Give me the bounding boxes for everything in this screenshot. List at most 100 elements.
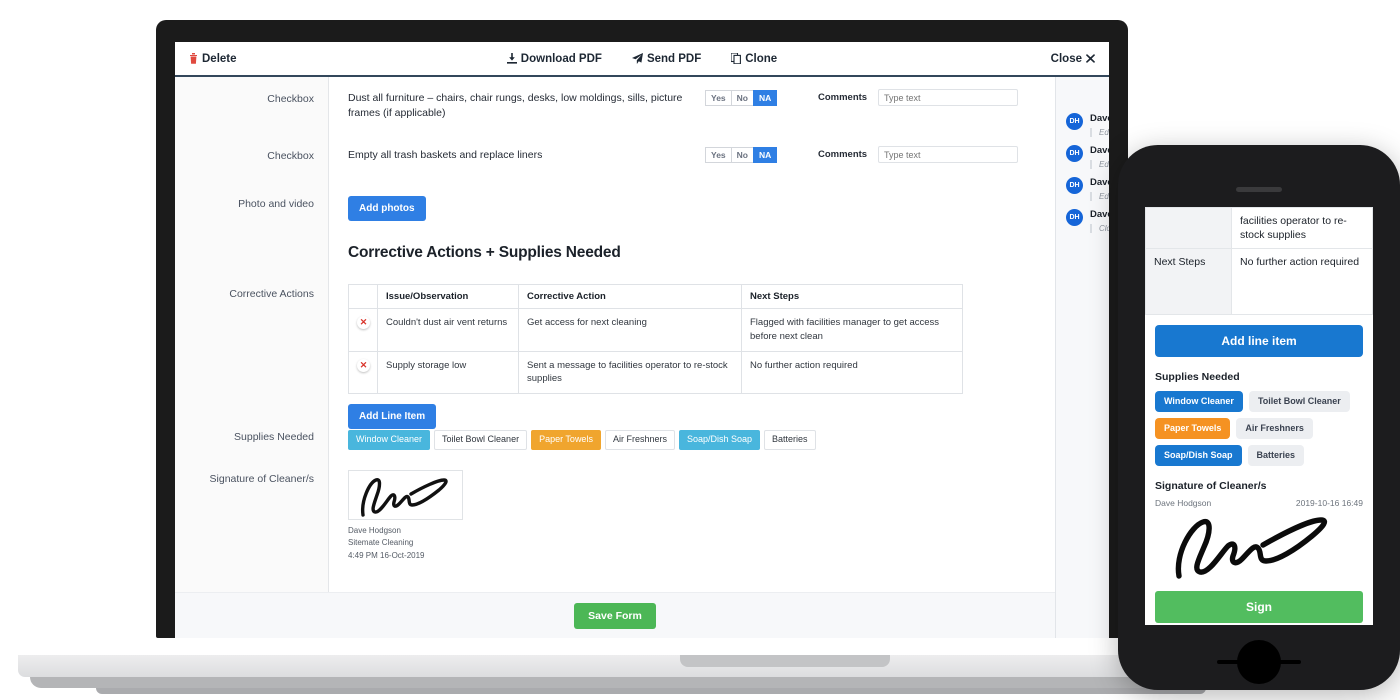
comments-group: Comments xyxy=(818,146,1018,163)
signature-timestamp: 4:49 PM 16-Oct-2019 xyxy=(348,550,425,560)
activity-header: Dave Hodgson xyxy=(1090,145,1109,156)
activity-header: Dave Hodgson xyxy=(1090,177,1109,188)
question-text: Empty all trash baskets and replace line… xyxy=(348,149,543,161)
toggle-option-no[interactable]: No xyxy=(730,90,753,106)
comments-label: Comments xyxy=(818,149,868,160)
table-header-action: Corrective Action xyxy=(518,284,742,309)
download-icon xyxy=(506,53,517,64)
yes-no-na-toggle[interactable]: Yes No NA xyxy=(705,90,778,106)
toggle-option-na[interactable]: NA xyxy=(753,147,778,163)
activity-body: Dave Hodgson Cloned xyxy=(1090,209,1109,233)
download-pdf-button[interactable]: Download PDF xyxy=(506,53,602,65)
phone-signature-timestamp: 2019-10-16 16:49 xyxy=(1295,497,1363,508)
activity-title-row: Activity ? xyxy=(1056,77,1109,105)
form-row-photo-video: Photo and video Add photos xyxy=(175,182,1055,222)
copy-icon xyxy=(731,53,742,64)
table-cell-next: No further action required xyxy=(741,350,963,395)
comments-input[interactable] xyxy=(878,89,1018,106)
row-label: Supplies Needed xyxy=(234,431,314,443)
save-form-button[interactable]: Save Form xyxy=(574,602,656,629)
save-form-bar: Save Form xyxy=(175,592,1055,638)
activity-action: Edited v1 xyxy=(1090,160,1109,169)
phone-table-row-cut: facilities operator to re-stock supplies xyxy=(1145,207,1373,250)
signature-canvas[interactable] xyxy=(348,470,463,520)
phone-device: facilities operator to re-stock supplies… xyxy=(1118,145,1400,690)
toggle-option-no[interactable]: No xyxy=(730,147,753,163)
activity-action: Cloned xyxy=(1090,224,1109,233)
toggle-option-yes[interactable]: Yes xyxy=(705,147,731,163)
phone-supply-tag-air-freshners[interactable]: Air Freshners xyxy=(1236,418,1313,439)
avatar: DH xyxy=(1066,113,1083,130)
supply-tag-paper-towels[interactable]: Paper Towels xyxy=(531,430,601,450)
comments-group: Comments xyxy=(818,89,1018,106)
activity-header: Dave Hodgson 21 hours ago xyxy=(1090,113,1109,124)
row-content: Corrective Actions + Supplies Needed xyxy=(328,222,1055,270)
toggle-option-yes[interactable]: Yes xyxy=(705,90,731,106)
signature-meta: Dave Hodgson Sitemate Cleaning 4:49 PM 1… xyxy=(348,525,1055,562)
form-row-signature: Signature of Cleaner/s Dave Hodgson Site… xyxy=(175,455,1055,560)
activity-item: DH Dave Hodgson Cloned xyxy=(1056,201,1109,233)
laptop-device: Delete Download PDF Send PDF Clone Close… xyxy=(156,20,1128,638)
avatar: DH xyxy=(1066,209,1083,226)
phone-signature-label: Signature of Cleaner/s xyxy=(1155,479,1267,492)
laptop-foot xyxy=(30,677,1255,688)
form-row-corrective-actions: Corrective Actions Issue/Observation Cor… xyxy=(175,270,1055,430)
supply-tag-soap-dish-soap[interactable]: Soap/Dish Soap xyxy=(678,430,761,450)
table-cell-delete: ✕ xyxy=(348,350,378,395)
activity-action: Edited v2 xyxy=(1090,128,1109,137)
phone-supply-tag-paper-towels[interactable]: Paper Towels xyxy=(1155,418,1231,439)
laptop-base-notch xyxy=(680,655,890,667)
phone-sign-button[interactable]: Sign xyxy=(1155,590,1363,623)
toggle-option-na[interactable]: NA xyxy=(753,90,778,106)
phone-table-value-cut: facilities operator to re-stock supplies xyxy=(1231,207,1373,250)
table-cell-action: Get access for next cleaning xyxy=(518,308,742,352)
row-content: Dave Hodgson Sitemate Cleaning 4:49 PM 1… xyxy=(328,455,1055,560)
supply-tag-toilet-bowl-cleaner[interactable]: Toilet Bowl Cleaner xyxy=(434,430,528,450)
table-header-next: Next Steps xyxy=(741,284,963,309)
phone-sign-wrap: Sign xyxy=(1145,590,1373,623)
remove-row-icon[interactable]: ✕ xyxy=(357,316,370,329)
phone-table-value-next-steps: No further action required xyxy=(1231,248,1373,316)
comments-label: Comments xyxy=(818,92,868,103)
signature-name: Dave Hodgson xyxy=(348,526,401,535)
supply-tag-window-cleaner[interactable]: Window Cleaner xyxy=(348,430,431,450)
phone-signature-section: Signature of Cleaner/s Dave Hodgson 2019… xyxy=(1145,480,1373,587)
clone-label: Clone xyxy=(745,52,778,65)
paper-plane-icon xyxy=(631,53,643,64)
table-row: ✕ Couldn't dust air vent returns Get acc… xyxy=(348,308,963,352)
activity-user-name: Dave Hodgson xyxy=(1090,145,1109,156)
activity-user-name: Dave Hodgson xyxy=(1090,209,1109,220)
phone-add-line-item-button[interactable]: Add line item xyxy=(1155,325,1363,358)
remove-row-icon[interactable]: ✕ xyxy=(357,358,370,372)
phone-table-key-next-steps: Next Steps xyxy=(1145,248,1232,316)
supplies-tag-list: Window Cleaner Toilet Bowl Cleaner Paper… xyxy=(348,430,1055,450)
yes-no-na-toggle[interactable]: Yes No NA xyxy=(705,147,778,163)
row-content: Issue/Observation Corrective Action Next… xyxy=(328,270,1055,430)
activity-item: DH Dave Hodgson 21 hours ago Edited v2 xyxy=(1056,105,1109,137)
row-label: Corrective Actions xyxy=(229,288,314,300)
table-cell-issue: Supply storage low xyxy=(377,350,519,395)
activity-item: DH Dave Hodgson Edited v1 xyxy=(1056,137,1109,169)
add-photos-button[interactable]: Add photos xyxy=(348,196,426,221)
clone-button[interactable]: Clone xyxy=(731,53,777,65)
phone-supply-tag-window-cleaner[interactable]: Window Cleaner xyxy=(1155,391,1243,413)
send-pdf-button[interactable]: Send PDF xyxy=(631,53,701,65)
phone-screen: facilities operator to re-stock supplies… xyxy=(1145,207,1373,625)
phone-supply-tag-soap-dish-soap[interactable]: Soap/Dish Soap xyxy=(1155,444,1242,466)
form-row-supplies: Supplies Needed Window Cleaner Toilet Bo… xyxy=(175,415,1055,455)
activity-action: Edited xyxy=(1090,192,1109,201)
section-heading-row: Corrective Actions + Supplies Needed xyxy=(175,222,1055,270)
supply-tag-air-freshners[interactable]: Air Freshners xyxy=(604,430,675,450)
app-window: Delete Download PDF Send PDF Clone Close… xyxy=(175,42,1109,638)
phone-signature-canvas[interactable] xyxy=(1155,510,1363,587)
activity-user-name: Dave Hodgson xyxy=(1090,113,1109,124)
comments-input[interactable] xyxy=(878,146,1018,163)
phone-supply-tag-batteries[interactable]: Batteries xyxy=(1247,444,1305,466)
avatar: DH xyxy=(1066,145,1083,162)
phone-supply-tag-toilet-bowl-cleaner[interactable]: Toilet Bowl Cleaner xyxy=(1248,391,1350,413)
table-header-actions xyxy=(348,284,378,309)
row-content: Dust all furniture – chairs, chair rungs… xyxy=(328,77,1055,134)
supply-tag-batteries[interactable]: Batteries xyxy=(764,430,816,450)
phone-home-button[interactable] xyxy=(1237,640,1281,684)
phone-signature-name: Dave Hodgson xyxy=(1155,497,1212,508)
